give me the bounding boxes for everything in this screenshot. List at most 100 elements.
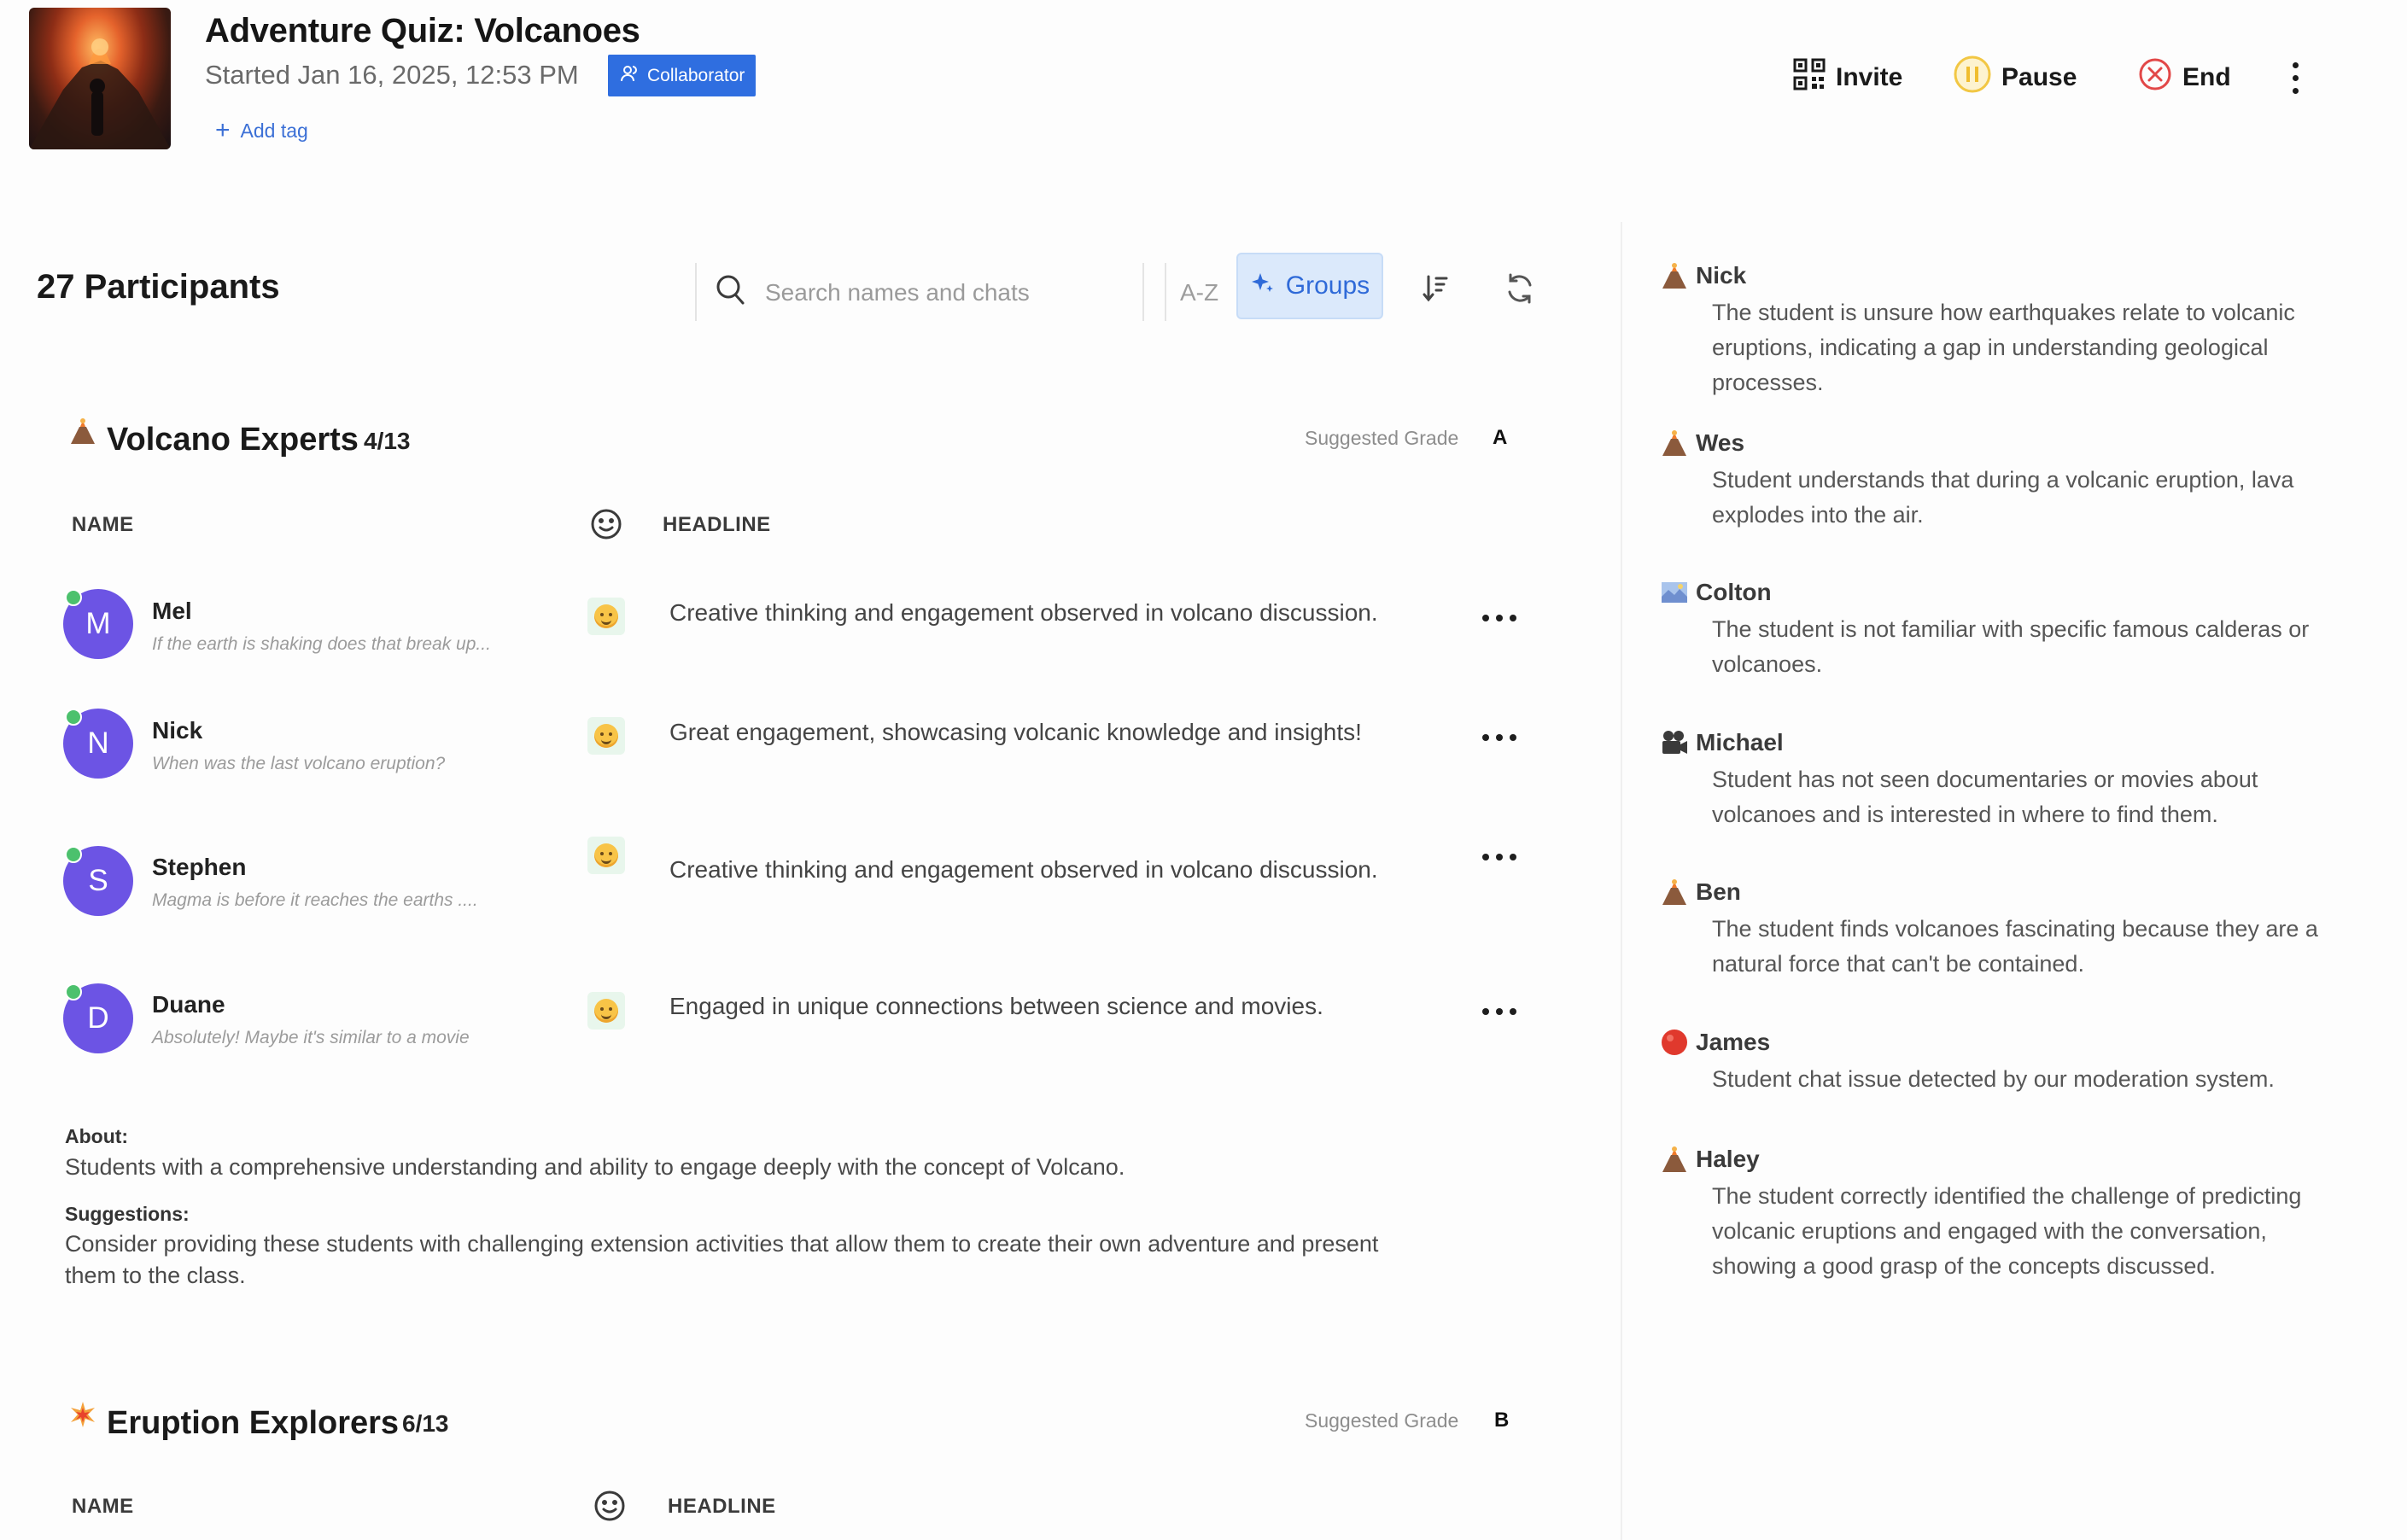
insight-text: Student has not seen documentaries or mo… — [1712, 767, 2258, 827]
insight-item[interactable]: Ben The student finds volcanoes fascinat… — [1660, 878, 2326, 982]
insight-item[interactable]: Michael Student has not seen documentari… — [1660, 728, 2326, 832]
student-headline: Creative thinking and engagement observe… — [669, 599, 1378, 626]
end-label: End — [2182, 63, 2231, 91]
happy-emoji-icon — [587, 717, 625, 755]
suggestions-label: Suggestions: — [65, 1203, 190, 1225]
student-name[interactable]: Mel — [152, 598, 192, 625]
table-row[interactable]: D — [63, 983, 133, 1053]
refresh-icon[interactable] — [1503, 271, 1537, 310]
student-last-chat: If the earth is shaking does that break … — [152, 634, 491, 654]
more-options-button[interactable] — [2285, 56, 2305, 99]
about-text: Students with a comprehensive understand… — [65, 1154, 1125, 1180]
insight-item[interactable]: Wes Student understands that during a vo… — [1660, 429, 2326, 533]
insight-student-name: Nick — [1696, 262, 1747, 289]
group-count: 4/13 — [364, 428, 411, 454]
student-name[interactable]: Duane — [152, 991, 225, 1018]
suggested-grade: B — [1494, 1409, 1510, 1432]
quiz-thumbnail — [29, 8, 171, 149]
student-name[interactable]: Stephen — [152, 854, 246, 881]
sparkle-icon — [1250, 270, 1276, 302]
insight-item[interactable]: Nick The student is unsure how earthquak… — [1660, 261, 2326, 400]
insight-student-name: James — [1696, 1029, 1771, 1055]
column-name-header: NAME — [72, 513, 134, 536]
group-count: 6/13 — [402, 1410, 449, 1437]
red-circle-icon — [1660, 1028, 1689, 1057]
volcano-icon — [1660, 878, 1689, 907]
end-button[interactable]: End — [2138, 56, 2231, 99]
volcano-icon — [1660, 1145, 1689, 1174]
student-last-chat: When was the last volcano eruption? — [152, 754, 446, 773]
invite-button[interactable]: Invite — [1793, 56, 1902, 99]
row-more-button[interactable] — [1482, 849, 1516, 866]
insight-text: The student is unsure how earthquakes re… — [1712, 300, 2295, 395]
happy-emoji-icon — [587, 992, 625, 1030]
toolbar-divider — [1142, 263, 1144, 321]
row-more-button[interactable] — [1482, 729, 1516, 746]
toolbar-divider — [1165, 263, 1166, 321]
quiz-title: Adventure Quiz: Volcanoes — [205, 12, 640, 50]
groups-label: Groups — [1285, 271, 1370, 300]
start-time: Started Jan 16, 2025, 12:53 PM — [205, 60, 579, 90]
student-last-chat: Magma is before it reaches the earths ..… — [152, 890, 478, 910]
film-camera-icon — [1660, 728, 1689, 757]
collaborator-label: Collaborator — [647, 65, 745, 85]
column-headline-header: HEADLINE — [668, 1495, 776, 1518]
insight-student-name: Wes — [1696, 429, 1745, 456]
insight-text: Student chat issue detected by our moder… — [1712, 1066, 2275, 1092]
student-headline: Engaged in unique connections between sc… — [669, 993, 1323, 1019]
plus-icon: + — [215, 116, 231, 144]
groups-button[interactable]: Groups — [1236, 253, 1383, 319]
student-headline: Great engagement, showcasing volcanic kn… — [669, 719, 1362, 745]
pause-label: Pause — [2001, 63, 2077, 91]
sort-az-button[interactable]: A-Z — [1180, 271, 1218, 314]
table-row[interactable]: S — [63, 846, 133, 916]
insight-item[interactable]: Colton The student is not familiar with … — [1660, 578, 2326, 682]
group-name: Volcano Experts — [107, 422, 359, 458]
end-icon — [2138, 57, 2172, 98]
student-name[interactable]: Nick — [152, 717, 202, 744]
group-name: Eruption Explorers — [107, 1405, 400, 1441]
collaborator-badge[interactable]: Collaborator — [608, 55, 757, 96]
panel-divider — [1621, 222, 1622, 1540]
insight-text: The student finds volcanoes fascinating … — [1712, 916, 2318, 977]
suggested-grade-label: Suggested Grade — [1305, 1409, 1459, 1432]
student-headline: Creative thinking and engagement observe… — [669, 856, 1378, 883]
collaborator-icon — [620, 64, 639, 88]
insight-text: The student correctly identified the cha… — [1712, 1183, 2302, 1279]
happy-emoji-icon — [587, 837, 625, 874]
student-last-chat: Absolutely! Maybe it's similar to a movi… — [152, 1028, 470, 1047]
insight-item[interactable]: Haley The student correctly identified t… — [1660, 1145, 2326, 1284]
smiley-face-icon — [593, 1489, 627, 1527]
invite-label: Invite — [1836, 63, 1903, 91]
online-status-dot — [65, 983, 82, 1000]
pause-icon — [1954, 55, 1991, 100]
search-input[interactable] — [765, 271, 1124, 314]
happy-emoji-icon — [587, 598, 625, 635]
suggested-grade-label: Suggested Grade — [1305, 427, 1459, 449]
column-name-header: NAME — [72, 1495, 134, 1518]
insight-student-name: Haley — [1696, 1146, 1760, 1172]
explosion-icon — [68, 1400, 97, 1435]
insight-text: Student understands that during a volcan… — [1712, 467, 2294, 528]
column-headline-header: HEADLINE — [663, 513, 771, 536]
add-tag-button[interactable]: + Add tag — [215, 118, 308, 143]
participants-count: 27 Participants — [37, 268, 280, 306]
online-status-dot — [65, 589, 82, 606]
toolbar-divider — [695, 263, 697, 321]
search-icon — [714, 271, 748, 313]
row-more-button[interactable] — [1482, 1003, 1516, 1020]
volcano-icon — [68, 417, 97, 452]
volcano-icon — [1660, 429, 1689, 458]
insight-student-name: Michael — [1696, 729, 1784, 755]
volcano-icon — [1660, 261, 1689, 290]
map-icon — [1660, 578, 1689, 607]
pause-button[interactable]: Pause — [1954, 55, 2077, 100]
table-row[interactable]: M — [63, 589, 133, 659]
table-row[interactable]: N — [63, 709, 133, 779]
row-more-button[interactable] — [1482, 610, 1516, 627]
add-tag-label: Add tag — [240, 119, 308, 142]
suggestions-text: Consider providing these students with c… — [65, 1231, 1379, 1288]
smiley-face-icon — [589, 507, 623, 545]
insight-item[interactable]: James Student chat issue detected by our… — [1660, 1028, 2326, 1097]
sort-order-icon[interactable] — [1421, 271, 1450, 310]
